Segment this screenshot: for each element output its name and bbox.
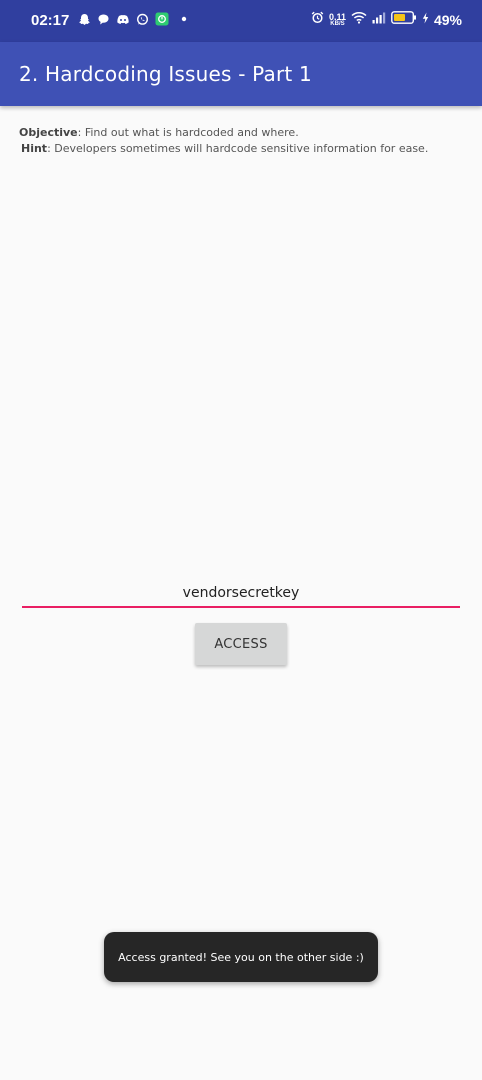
objective-text: Objective: Find out what is hardcoded an… [19,126,299,139]
whatsapp-icon [136,13,149,26]
network-speed: 0.11 KB/S [328,11,346,28]
app-badge-icon [155,12,169,26]
network-speed-unit: KB/S [330,20,345,27]
discord-icon [116,13,130,26]
access-button[interactable]: ACCESS [195,623,287,665]
battery-percent: 49% [433,12,462,28]
signal-icon [372,11,386,29]
network-speed-value: 0.11 [328,11,346,22]
system-status-icons: 0.11 KB/S 49% [311,11,462,29]
notification-icons [78,12,187,26]
objective-description: : Find out what is hardcoded and where. [77,126,299,139]
toast-text: Access granted! See you on the other sid… [118,950,364,964]
objective-label: Objective [19,126,78,139]
secret-key-input[interactable] [22,580,460,608]
status-bar: 02:17 0.11 KB/S 49% [0,0,482,42]
snapchat-icon [78,13,91,26]
status-time: 02:17 [31,12,70,29]
app-title: 2. Hardcoding Issues - Part 1 [19,62,312,86]
app-screen: 02:17 0.11 KB/S 49% 2. Hardcoding Issues… [0,0,482,1080]
alarm-icon [311,11,324,29]
dot-icon [181,16,187,22]
chat-bubble-icon [97,13,110,26]
charging-bolt-icon [422,11,429,29]
hint-description: : Developers sometimes will hardcode sen… [47,142,429,155]
toast-message: Access granted! See you on the other sid… [104,932,378,982]
hint-text: Hint: Developers sometimes will hardcode… [21,142,428,155]
hint-label: Hint [21,142,48,155]
app-bar: 2. Hardcoding Issues - Part 1 [0,42,482,106]
wifi-icon [351,11,367,29]
battery-icon [391,11,417,29]
